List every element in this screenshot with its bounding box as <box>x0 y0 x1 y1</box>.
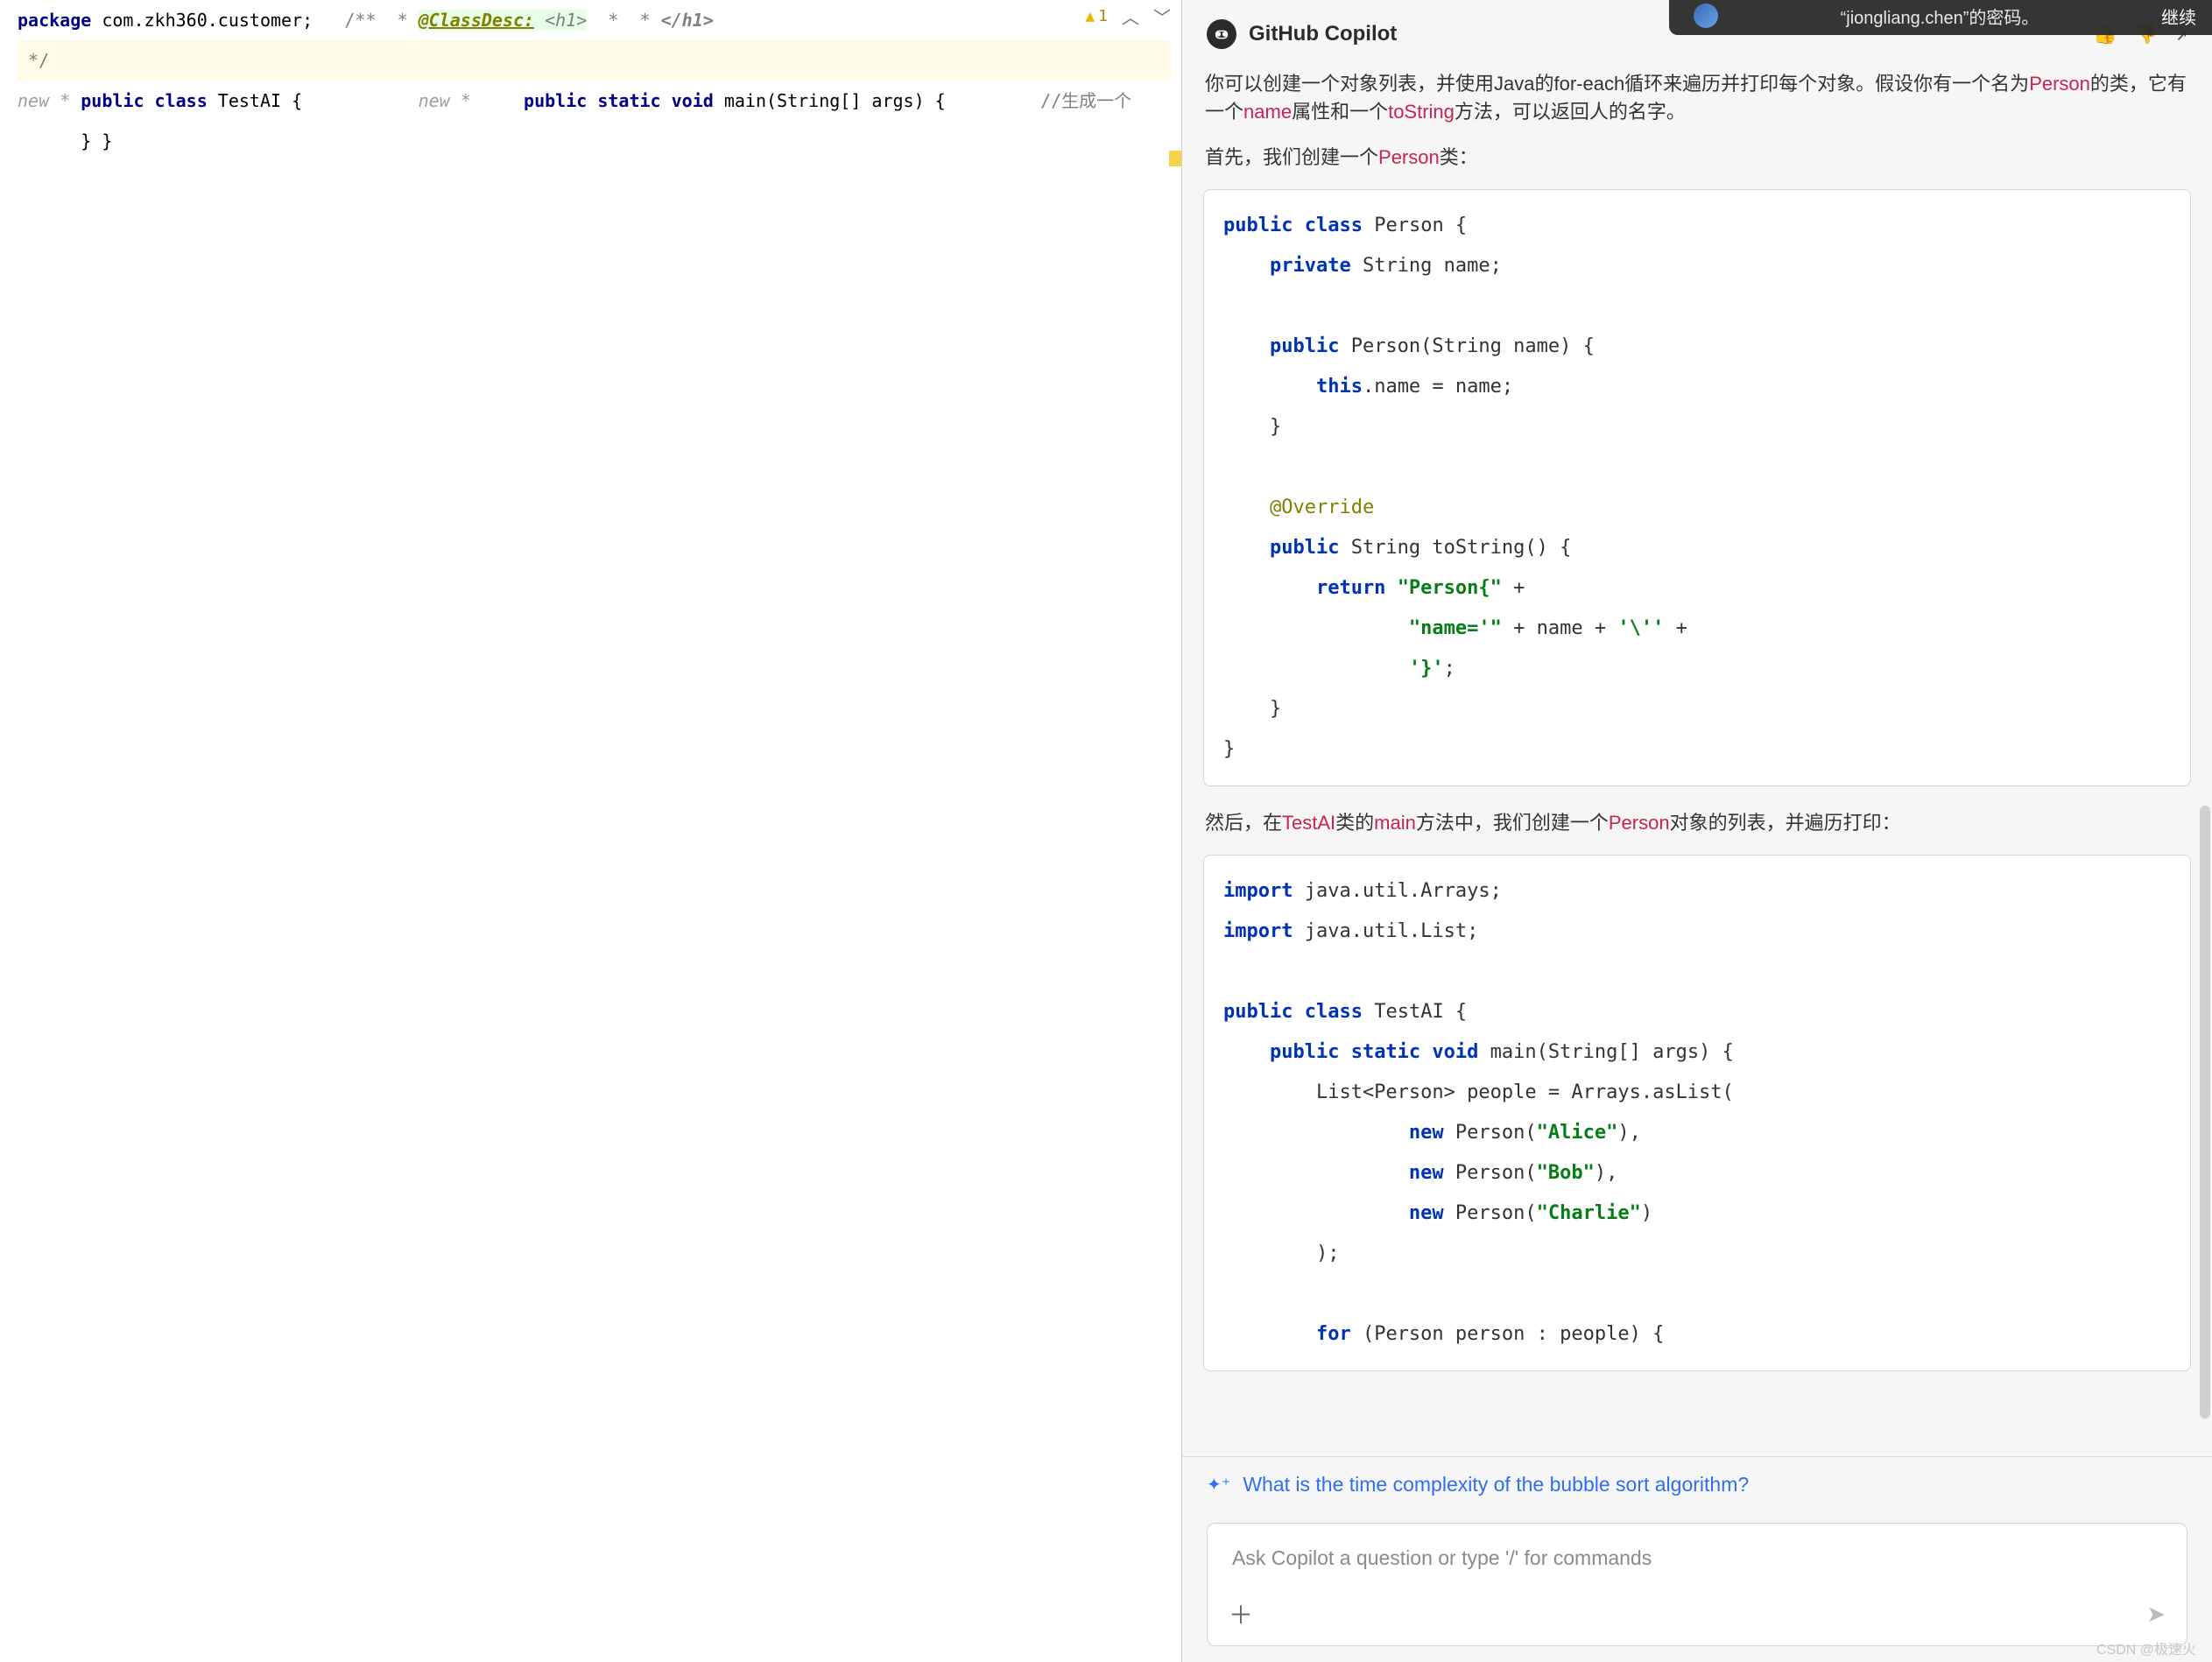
sparkle-icon: ✦⁺ <box>1207 1474 1230 1496</box>
copilot-body: 你可以创建一个对象列表，并使用Java的for-each循环来遍历并打印每个对象… <box>1182 56 2212 1456</box>
copilot-paragraph: 你可以创建一个对象列表，并使用Java的for-each循环来遍历并打印每个对象… <box>1205 70 2189 126</box>
copilot-paragraph: 首先，我们创建一个Person类： <box>1205 144 2189 172</box>
warning-badge[interactable]: ▲ 1 <box>1085 7 1108 25</box>
copilot-paragraph: 然后，在TestAI类的main方法中，我们创建一个Person对象的列表，并遍… <box>1205 809 2189 837</box>
continue-button[interactable]: 继续 <box>2161 4 2196 29</box>
chevron-up-icon[interactable]: ︿ <box>1122 4 1139 29</box>
keyword-package: package <box>18 10 91 31</box>
code-editor[interactable]: package com.zkh360.customer; /** * @Clas… <box>0 0 1181 161</box>
gutter-change-marker <box>1169 151 1181 166</box>
suggestion-text: What is the time complexity of the bubbl… <box>1243 1473 1749 1497</box>
ask-box: ＋ ➤ <box>1207 1523 2187 1646</box>
copilot-pane: GitHub Copilot 👍 👎 ↗ 你可以创建一个对象列表，并使用Java… <box>1182 0 2212 1662</box>
avatar-icon <box>1694 4 1718 28</box>
suggestion-row[interactable]: ✦⁺ What is the time complexity of the bu… <box>1182 1456 2212 1512</box>
editor-pane: ▲ 1 ︿ ﹀ package com.zkh360.customer; /**… <box>0 0 1182 1662</box>
code-card-person[interactable]: public class Person { private String nam… <box>1203 189 2191 786</box>
plus-icon[interactable]: ＋ <box>1229 1596 1253 1631</box>
editor-top-icons: ▲ 1 ︿ ﹀ <box>1085 4 1171 29</box>
system-notification: “jiongliang.chen”的密码。 继续 <box>1669 0 2212 35</box>
code-card-testai[interactable]: import java.util.Arrays; import java.uti… <box>1203 855 2191 1371</box>
watermark: CSDN @极速火 <box>2096 1637 2196 1658</box>
copilot-title: GitHub Copilot <box>1249 22 1397 46</box>
ask-input[interactable] <box>1208 1524 2187 1586</box>
chevron-down-icon[interactable]: ﹀ <box>1153 4 1171 29</box>
warning-icon: ▲ <box>1085 7 1095 25</box>
copilot-logo-icon <box>1207 19 1236 49</box>
warning-count: 1 <box>1098 7 1108 25</box>
notification-text: “jiongliang.chen”的密码。 <box>1743 4 2137 29</box>
scrollbar[interactable] <box>2200 806 2210 1419</box>
send-icon[interactable]: ➤ <box>2146 1601 2166 1628</box>
